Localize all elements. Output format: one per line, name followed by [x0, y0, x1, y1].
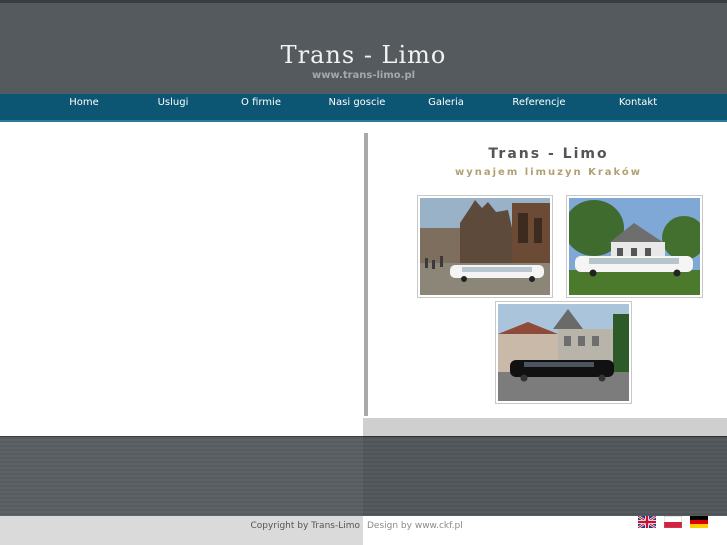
limo-old-town-image [420, 198, 550, 295]
footer-stripe-left [0, 436, 363, 517]
logo-url: www.trans-limo.pl [311, 70, 416, 81]
nav-uslugi[interactable]: Uslugi [158, 97, 189, 108]
nav-nasi-goscie[interactable]: Nasi goscie [329, 97, 386, 108]
content-bottom-band [363, 418, 727, 436]
uk-flag-icon[interactable] [638, 516, 656, 528]
site-header: Trans - Limo www.trans-limo.pl [0, 0, 727, 94]
limo-manor-image [569, 198, 700, 295]
column-divider [364, 133, 368, 416]
nav-kontakt[interactable]: Kontakt [619, 97, 657, 108]
black-limo-image [498, 304, 629, 401]
pl-flag-icon[interactable] [664, 516, 682, 528]
nav-referencje[interactable]: Referencje [512, 97, 565, 108]
left-column [0, 124, 363, 436]
gallery-photo-manor[interactable] [566, 195, 703, 298]
de-flag-icon[interactable] [690, 516, 708, 528]
gallery-photo-black-limo[interactable] [495, 301, 632, 404]
design-credit-link[interactable]: Design by www.ckf.pl [367, 521, 463, 531]
content-title: Trans - Limo [488, 146, 609, 162]
content-subtitle: wynajem limuzyn Kraków [455, 167, 642, 178]
nav-home[interactable]: Home [69, 97, 99, 108]
footer-left: Copyright by Trans-Limo [0, 516, 363, 545]
logo-title[interactable]: Trans - Limo [0, 41, 727, 69]
nav-galeria[interactable]: Galeria [428, 97, 464, 108]
gallery-photo-old-town[interactable] [417, 195, 553, 298]
main-nav: Home Uslugi O firmie Nasi goscie Galeria… [0, 94, 727, 122]
nav-o-firmie[interactable]: O firmie [241, 97, 281, 108]
footer-stripe-right [363, 436, 727, 517]
copyright-text: Copyright by Trans-Limo [250, 521, 360, 531]
footer: Copyright by Trans-Limo Design by www.ck… [0, 516, 727, 545]
